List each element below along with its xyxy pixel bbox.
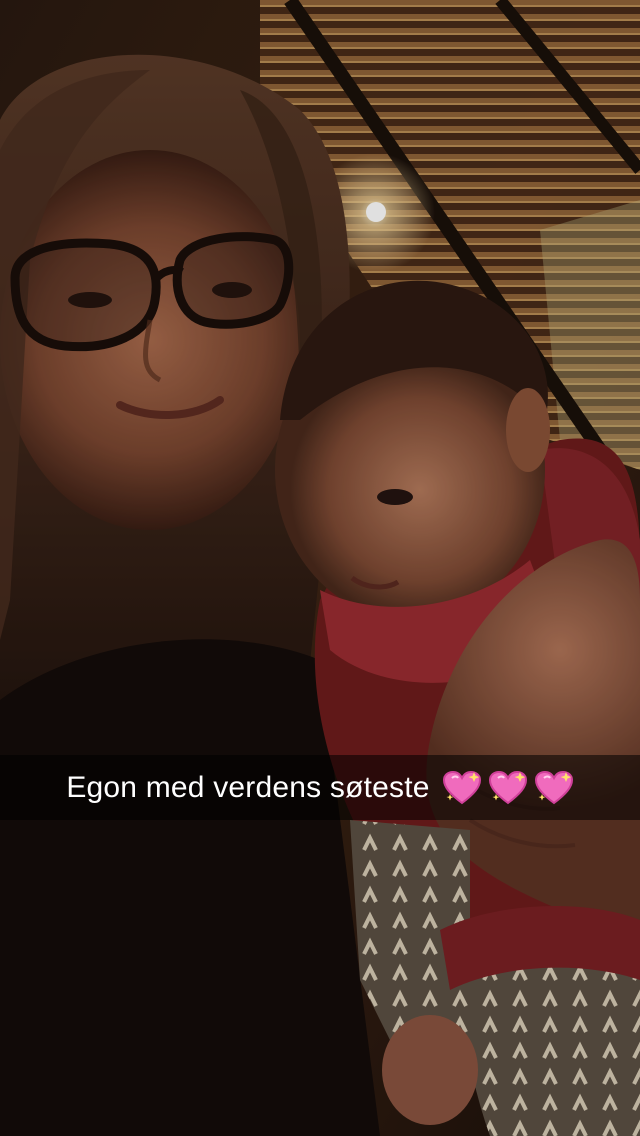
sparkling-heart-icon [534, 770, 573, 804]
caption-emoji-row [442, 770, 574, 806]
snap-viewer[interactable]: Egon med verdens søteste [0, 0, 640, 1136]
caption-text: Egon med verdens søteste [66, 770, 430, 804]
caption-bar: Egon med verdens søteste [0, 755, 640, 820]
snap-photo [0, 0, 640, 1136]
sparkling-heart-icon [442, 770, 481, 804]
sparkling-heart-icon [488, 770, 527, 804]
